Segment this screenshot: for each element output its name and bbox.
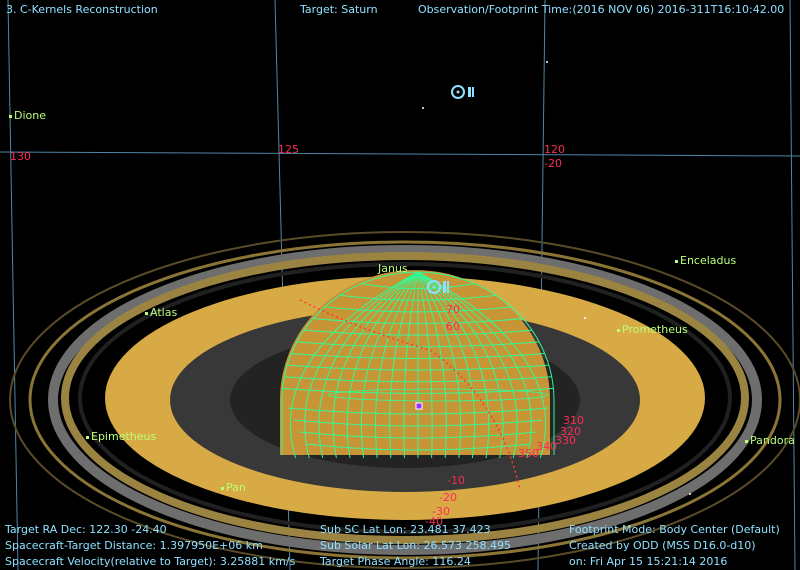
sub-sc-lat-lon: Sub SC Lat Lon: 23.481 37.423 xyxy=(320,523,491,536)
observation-time: Observation/Footprint Time:(2016 NOV 06)… xyxy=(418,3,785,16)
dec-label-minus20: -20 xyxy=(544,157,562,170)
viewer-canvas[interactable]: 3. C-Kernels Reconstruction Target: Satu… xyxy=(0,0,800,570)
spacecraft-target-distance: Spacecraft-Target Distance: 1.397950E+06… xyxy=(5,539,263,552)
lon-label-340: 340 xyxy=(536,440,557,453)
footprint-mode: Footprint Mode: Body Center (Default) xyxy=(569,523,780,536)
saturn-scene xyxy=(0,0,800,570)
target-label: Target: Saturn xyxy=(300,3,378,16)
lon-label-330: 330 xyxy=(555,434,576,447)
target-phase-angle: Target Phase Angle: 116.24 xyxy=(320,555,471,568)
moon-pan[interactable]: Pan xyxy=(221,481,246,494)
sub-solar-lat-lon: Sub Solar Lat Lon: 26.573 258.495 xyxy=(320,539,511,552)
moon-dione[interactable]: Dione xyxy=(9,109,46,122)
lat-label-70: 70 xyxy=(446,303,460,316)
app-title: 3. C-Kernels Reconstruction xyxy=(6,3,158,16)
spacecraft-velocity: Spacecraft Velocity(relative to Target):… xyxy=(5,555,296,568)
ra-label-130: 130 xyxy=(10,150,31,163)
moon-enceladus[interactable]: Enceladus xyxy=(675,254,736,267)
created-on: on: Fri Apr 15 15:21:14 2016 xyxy=(569,555,728,568)
lat-label-minus20: -20 xyxy=(439,491,457,504)
ra-label-120: 120 xyxy=(544,143,565,156)
moon-atlas[interactable]: Atlas xyxy=(145,306,177,319)
lat-label-60: 60 xyxy=(446,320,460,333)
lat-label-minus10: -10 xyxy=(447,474,465,487)
moon-epimetheus[interactable]: Epimetheus xyxy=(86,430,156,443)
moon-pandora[interactable]: Pandora xyxy=(745,434,795,447)
moon-prometheus[interactable]: Prometheus xyxy=(617,323,688,336)
created-by: Created by ODD (MSS D16.0-d10) xyxy=(569,539,756,552)
moon-janus[interactable]: Janus xyxy=(378,262,408,275)
spacecraft-icon xyxy=(451,85,474,99)
lon-label-350: 350 xyxy=(518,447,539,460)
footprint-marker xyxy=(415,402,423,410)
ra-label-125: 125 xyxy=(278,143,299,156)
target-ra-dec: Target RA Dec: 122.30 -24.40 xyxy=(5,523,167,536)
